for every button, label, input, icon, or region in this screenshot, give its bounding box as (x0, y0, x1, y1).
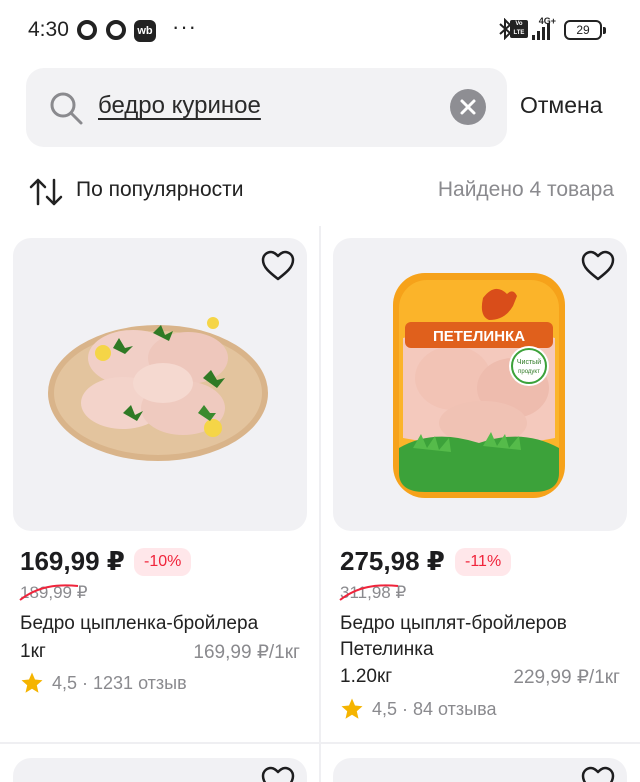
notification-ring-icon (77, 20, 97, 40)
product-weight: 1кг (20, 641, 46, 662)
star-icon (21, 672, 43, 693)
heart-icon[interactable] (261, 766, 295, 782)
volte-icon: Vo LTE (510, 20, 528, 38)
clear-search-button[interactable] (450, 89, 486, 125)
discount-badge: -11% (455, 548, 512, 576)
package-badge-line2: продукт (518, 369, 540, 375)
row-divider (0, 742, 640, 744)
unit-price: 169,99 ₽/1кг (193, 642, 300, 663)
heart-icon[interactable] (581, 250, 615, 282)
cancel-button[interactable]: Отмена (520, 92, 603, 119)
search-bar[interactable]: бедро куриное (26, 68, 507, 147)
signal-icon (532, 22, 554, 40)
product-name[interactable]: Бедро цыпленка-бройлера (20, 611, 310, 637)
product-image[interactable] (13, 758, 307, 782)
package-brand: ПЕТЕЛИНКА (433, 328, 525, 345)
product-image[interactable]: ПЕТЕЛИНКА Чистый продукт (333, 238, 627, 531)
heart-icon[interactable] (261, 250, 295, 282)
status-time: 4:30 (28, 18, 69, 41)
product-weight: 1.20кг (340, 666, 393, 687)
status-bar: 4:30 wb ··· Vo LTE 4G+ 29 (0, 0, 640, 62)
notification-ring-icon (106, 20, 126, 40)
wb-app-icon: wb (134, 20, 156, 42)
more-notifications-icon: ··· (172, 14, 197, 39)
package-badge-line1: Чистый (517, 358, 541, 366)
product-rating: 4,5 · 84 отзыва (372, 699, 497, 719)
grid-divider (319, 226, 321, 782)
discount-badge: -10% (134, 548, 192, 576)
strikethrough-line (339, 584, 399, 601)
product-image[interactable] (333, 758, 627, 782)
heart-icon[interactable] (581, 766, 615, 782)
star-icon (341, 698, 363, 719)
product-image[interactable] (13, 238, 307, 531)
search-icon (50, 92, 83, 125)
product-price: 169,99 ₽ (20, 546, 125, 576)
product-rating: 4,5 · 1231 отзыв (52, 673, 187, 693)
close-icon (460, 99, 476, 115)
sort-icon[interactable] (28, 176, 64, 208)
unit-price: 229,99 ₽/1кг (513, 667, 620, 688)
battery-icon: 29 (564, 20, 606, 40)
results-count: Найдено 4 товара (437, 178, 614, 201)
search-input[interactable]: бедро куриное (98, 92, 261, 120)
product-price: 275,98 ₽ (340, 546, 445, 576)
sort-button[interactable]: По популярности (76, 178, 244, 202)
strikethrough-line (19, 584, 79, 601)
product-name[interactable]: Бедро цыплят-бройлеров Петелинка (340, 611, 590, 663)
